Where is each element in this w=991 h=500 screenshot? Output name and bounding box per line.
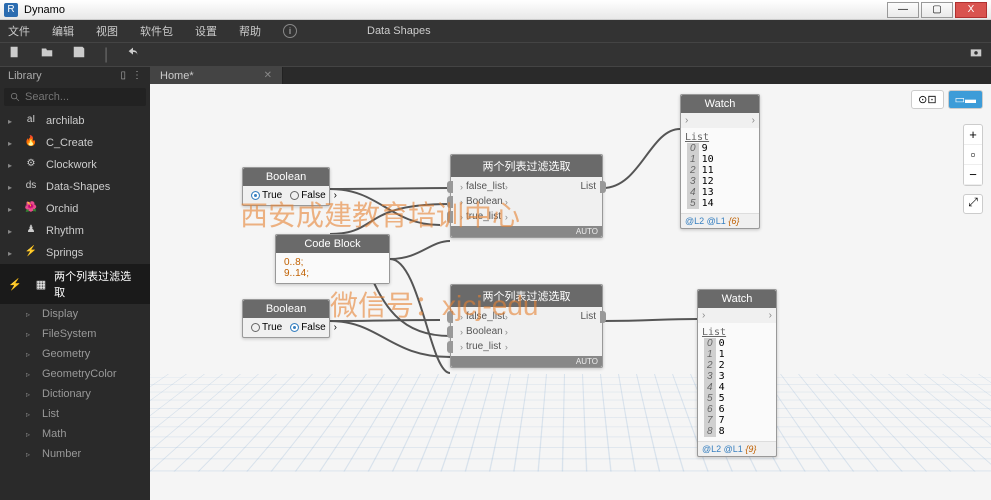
menu-datashapes[interactable]: Data Shapes <box>367 25 431 37</box>
maximize-button[interactable]: ▢ <box>921 2 953 18</box>
sidebar-item-selected[interactable]: ⚡ ▦ 两个列表过滤选取 <box>0 264 150 304</box>
sidebar-item[interactable]: ▹GeometryColor <box>0 364 150 384</box>
zoom-in-button[interactable]: + <box>964 125 982 145</box>
close-tab-icon[interactable]: ✕ <box>264 70 272 81</box>
window-controls: — ▢ X <box>885 2 987 18</box>
app-icon: R <box>4 3 18 17</box>
menu-edit[interactable]: 编辑 <box>52 23 74 39</box>
undo-icon[interactable] <box>126 45 140 64</box>
tab-home[interactable]: Home* ✕ <box>150 67 283 84</box>
radio-true[interactable]: True <box>251 322 282 333</box>
close-button[interactable]: X <box>955 2 987 18</box>
view-mode-1[interactable]: ⊙⊡ <box>911 90 943 109</box>
sidebar-item[interactable]: ▸dsData-Shapes <box>0 176 150 198</box>
sidebar-item[interactable]: ▸♟Rhythm <box>0 220 150 242</box>
lib-view-icon[interactable]: ▯ <box>120 70 126 81</box>
grid-background <box>150 374 991 471</box>
sidebar-item[interactable]: ▹FileSystem <box>0 324 150 344</box>
sidebar-item[interactable]: ▹Number <box>0 444 150 464</box>
app-title: Dynamo <box>24 4 65 16</box>
minimize-button[interactable]: — <box>887 2 919 18</box>
zoom-controls: + ▫ − <box>963 124 983 186</box>
search-box[interactable] <box>4 88 146 106</box>
new-file-icon[interactable] <box>8 45 22 64</box>
node-boolean-2[interactable]: Boolean True False › <box>242 299 330 338</box>
info-icon[interactable]: i <box>283 24 297 38</box>
view-mode-2[interactable]: ▭▬ <box>948 90 983 109</box>
node-code-block[interactable]: Code Block 0..8; 9..14; <box>275 234 390 284</box>
zoom-reset-button[interactable]: ▫ <box>964 145 982 165</box>
title-bar: R Dynamo — ▢ X <box>0 0 991 20</box>
menu-view[interactable]: 视图 <box>96 23 118 39</box>
lib-menu-icon[interactable]: ⋮ <box>132 70 142 81</box>
menu-help[interactable]: 帮助 <box>239 23 261 39</box>
menu-packages[interactable]: 软件包 <box>140 23 173 39</box>
node-watch-2[interactable]: Watch ›› List 001122334455667788 @L2 @L1… <box>697 289 777 457</box>
radio-false[interactable]: False <box>290 190 325 201</box>
radio-false[interactable]: False <box>290 322 325 333</box>
sidebar-item[interactable]: ▹Display <box>0 304 150 324</box>
filter-node-icon: ▦ <box>36 278 46 291</box>
node-filter-2[interactable]: 两个列表过滤选取 ›false_list› ›Boolean› ›true_li… <box>450 284 603 368</box>
open-icon[interactable] <box>40 45 54 64</box>
search-icon <box>10 92 21 103</box>
menu-settings[interactable]: 设置 <box>195 23 217 39</box>
sidebar-item[interactable]: ▹Geometry <box>0 344 150 364</box>
view-toolbar: ⊙⊡ ▭▬ <box>911 90 983 109</box>
sidebar-item[interactable]: ▸aIarchilab <box>0 110 150 132</box>
sidebar-item[interactable]: ▸🔥C_Create <box>0 132 150 154</box>
toolbar: | <box>0 42 991 66</box>
zoom-out-button[interactable]: − <box>964 165 982 185</box>
fit-view-button[interactable]: ⤢ <box>963 194 983 214</box>
sidebar-item[interactable]: ▹Dictionary <box>0 384 150 404</box>
node-filter-1[interactable]: 两个列表过滤选取 ›false_list› ›Boolean› ›true_li… <box>450 154 603 238</box>
sidebar-item[interactable]: ▹List <box>0 404 150 424</box>
library-header: Library ▯⋮ <box>0 67 150 85</box>
save-icon[interactable] <box>72 45 86 64</box>
library-sidebar: ▸aIarchilab▸🔥C_Create▸⚙Clockwork▸dsData-… <box>0 84 150 500</box>
menu-file[interactable]: 文件 <box>8 23 30 39</box>
menu-bar: 文件 编辑 视图 软件包 设置 帮助 i Data Shapes <box>0 20 991 42</box>
tab-bar: Library ▯⋮ Home* ✕ <box>0 66 991 84</box>
search-input[interactable] <box>25 91 125 103</box>
radio-true[interactable]: True <box>251 190 282 201</box>
graph-canvas[interactable]: Boolean True False › Code Block 0..8; 9.… <box>150 84 991 500</box>
sidebar-item[interactable]: ▸⚙Clockwork <box>0 154 150 176</box>
sidebar-item[interactable]: ▸⚡Springs <box>0 242 150 264</box>
camera-icon[interactable] <box>969 45 983 64</box>
node-watch-1[interactable]: Watch ›› List 09110211312413514 @L2 @L1 … <box>680 94 760 229</box>
sidebar-item[interactable]: ▹Math <box>0 424 150 444</box>
bolt-icon: ⚡ <box>8 278 22 291</box>
node-boolean-1[interactable]: Boolean True False › <box>242 167 330 206</box>
sidebar-item[interactable]: ▸🌺Orchid <box>0 198 150 220</box>
